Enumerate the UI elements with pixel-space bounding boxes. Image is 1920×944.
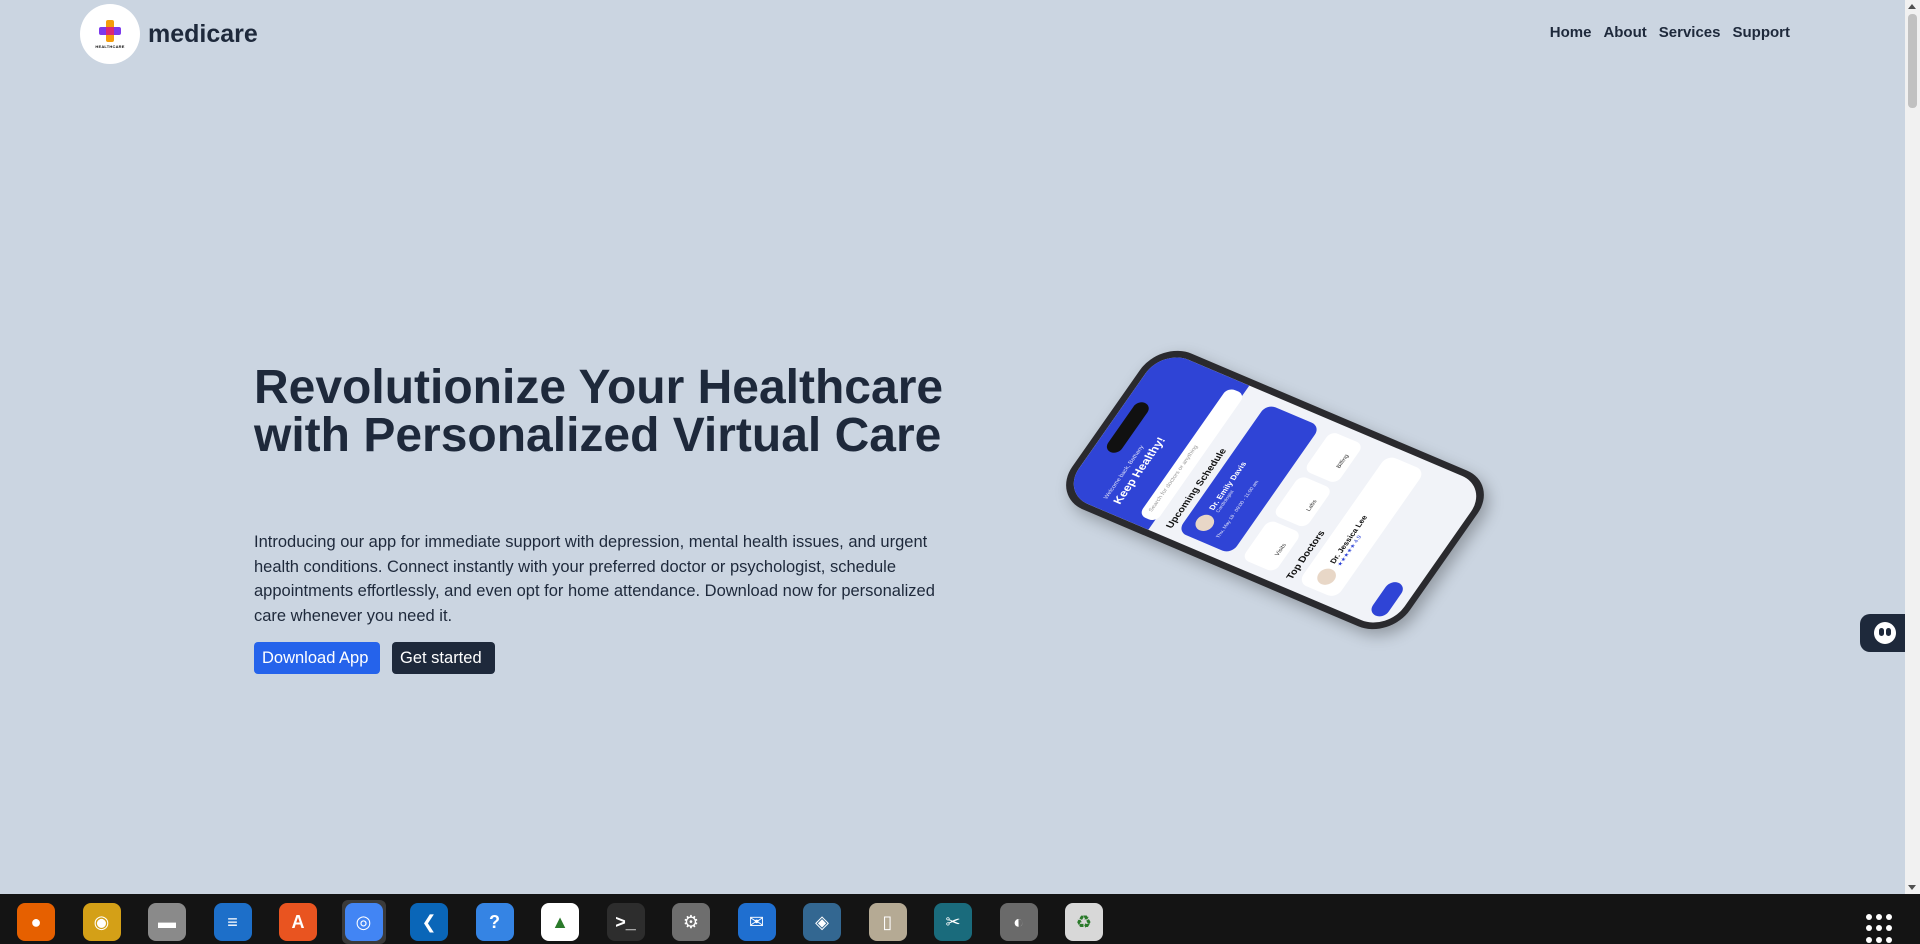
vscode-icon: ❮	[410, 903, 448, 941]
trash-launcher[interactable]: ♻	[1062, 900, 1106, 944]
help-launcher[interactable]: ?	[473, 900, 517, 944]
help-icon: ?	[475, 903, 514, 941]
phone-mockup: Welcome back, Bethany Keep Healthy! Sear…	[1010, 330, 1499, 700]
pgadmin-icon: ◈	[803, 903, 841, 941]
nav-home[interactable]: Home	[1550, 24, 1592, 41]
writer-launcher[interactable]: ≡	[211, 900, 255, 944]
medical-cross-icon	[99, 19, 121, 42]
brand-name[interactable]: medicare	[148, 20, 258, 49]
vscode-launcher[interactable]: ❮	[407, 900, 451, 944]
thunderbird-launcher[interactable]: ✉	[735, 900, 779, 944]
phone-screen: Welcome back, Bethany Keep Healthy! Sear…	[1061, 348, 1489, 632]
phone-frame: Welcome back, Bethany Keep Healthy! Sear…	[1051, 340, 1499, 640]
doctor-avatar	[1313, 566, 1340, 588]
firefox-icon: ●	[17, 903, 55, 941]
page-scrollbar[interactable]	[1905, 0, 1920, 894]
nav-support[interactable]: Support	[1733, 24, 1791, 41]
rhythmbox-launcher[interactable]: ◉	[80, 900, 124, 944]
inkscape-launcher[interactable]: ▲	[538, 900, 582, 944]
scroll-thumb[interactable]	[1908, 14, 1917, 108]
terminal-launcher[interactable]: >_	[604, 900, 648, 944]
brand[interactable]: HEALTHCARE medicare	[80, 4, 258, 64]
chatbot-icon	[1874, 622, 1896, 644]
download-app-button[interactable]: Download App	[254, 642, 380, 674]
chrome-icon: ◎	[344, 903, 383, 941]
settings-launcher[interactable]: ⚙	[669, 900, 713, 944]
terminal-icon: >_	[606, 903, 645, 941]
writer-icon: ≡	[213, 903, 252, 941]
disc-launcher[interactable]: ◐	[997, 900, 1041, 944]
archive-icon: ▯	[868, 903, 907, 941]
pgadmin-launcher[interactable]: ◈	[800, 900, 844, 944]
logo[interactable]: HEALTHCARE	[80, 4, 140, 64]
archive-launcher[interactable]: ▯	[866, 900, 910, 944]
scroll-up-arrow-icon[interactable]	[1908, 4, 1916, 9]
files-icon: ▬	[148, 903, 186, 941]
show-apps-icon[interactable]	[1866, 914, 1896, 944]
disc-icon: ◐	[999, 903, 1038, 941]
bag-app-icon: ✂	[934, 903, 972, 941]
chatbot-button[interactable]	[1860, 614, 1910, 652]
nav-about[interactable]: About	[1603, 24, 1646, 41]
inkscape-icon: ▲	[541, 903, 579, 941]
files-launcher[interactable]: ▬	[145, 900, 189, 944]
app-center-icon: A	[279, 903, 317, 941]
main-nav: Home About Services Support	[1550, 24, 1790, 41]
home-tab-icon	[1367, 579, 1407, 619]
hero-description: Introducing our app for immediate suppor…	[254, 533, 935, 625]
settings-icon: ⚙	[672, 903, 710, 941]
firefox-launcher[interactable]: ●	[14, 900, 58, 944]
chrome-launcher[interactable]: ◎	[341, 900, 386, 944]
taskbar-dock: ● ◉ ▬ ≡ A ◎ ❮? ▲ >_ ⚙ ✉ ◈ ▯ ✂ ◐ ♻	[0, 894, 1920, 944]
app-center-launcher[interactable]: A	[276, 900, 320, 944]
doctor-avatar	[1191, 512, 1218, 534]
trash-icon: ♻	[1065, 903, 1103, 941]
nav-services[interactable]: Services	[1659, 24, 1721, 41]
site-header: HEALTHCARE medicare Home About Services …	[0, 0, 1905, 68]
rhythmbox-icon: ◉	[82, 903, 121, 941]
hero-title: Revolutionize Your Healthcare with Perso…	[254, 361, 944, 462]
scroll-down-arrow-icon[interactable]	[1908, 885, 1916, 890]
get-started-button[interactable]: Get started	[392, 642, 495, 674]
logo-text: HEALTHCARE	[95, 43, 125, 49]
thunderbird-icon: ✉	[737, 903, 776, 941]
bag-app-launcher[interactable]: ✂	[931, 900, 975, 944]
